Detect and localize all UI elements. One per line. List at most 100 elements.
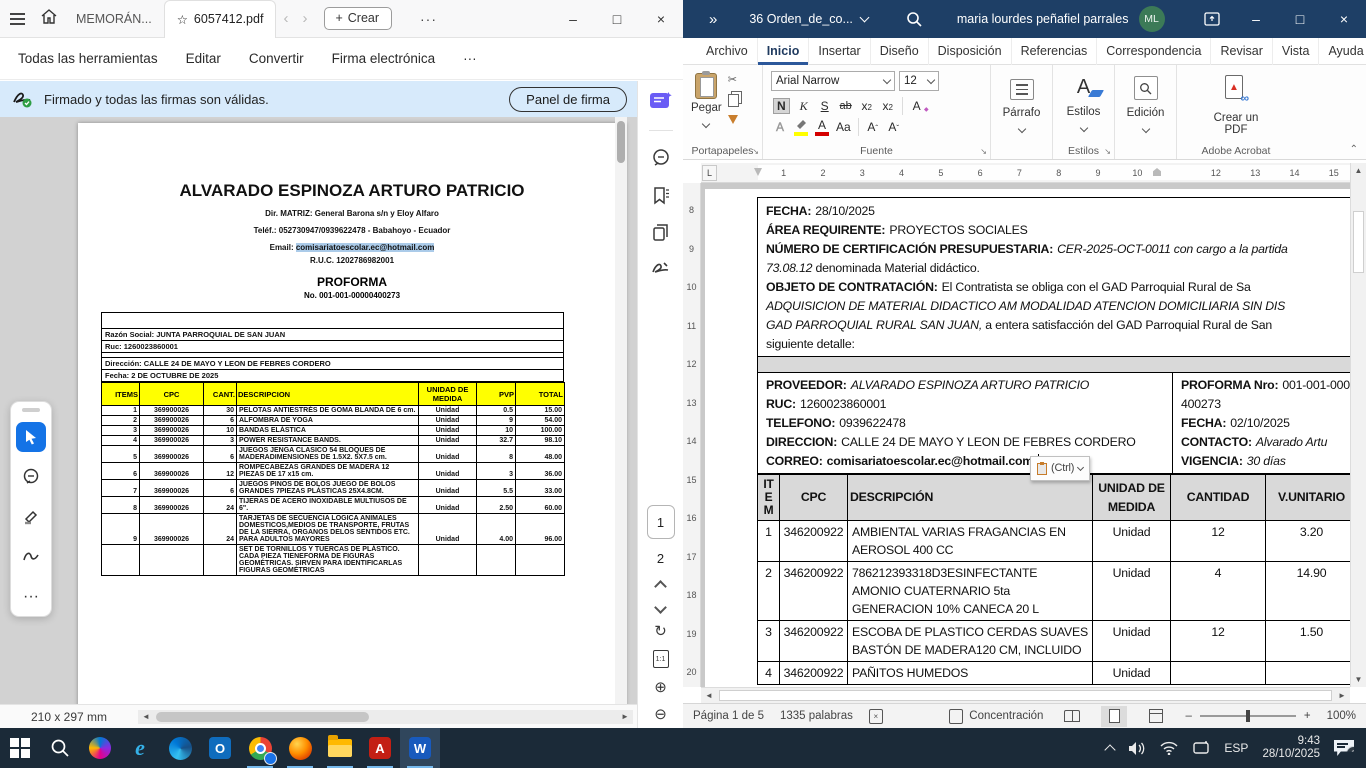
word-taskbar-icon[interactable]: W — [400, 728, 440, 768]
parrafo-button[interactable]: Párrafo — [1003, 65, 1041, 132]
strikethrough-button[interactable]: ab — [839, 100, 853, 112]
wifi-icon[interactable] — [1160, 741, 1178, 755]
tab-next-icon[interactable]: › — [295, 10, 314, 27]
menu-icon[interactable] — [0, 0, 34, 38]
edicion-button[interactable]: Edición — [1127, 65, 1165, 132]
clear-formatting-button[interactable]: A — [910, 99, 924, 113]
scroll-right-icon[interactable]: ► — [1334, 691, 1350, 700]
copilot-icon[interactable] — [80, 728, 120, 768]
tab-insertar[interactable]: Insertar — [809, 38, 870, 65]
pdf-page[interactable]: ALVARADO ESPINOZA ARTURO PATRICIO Dir. M… — [78, 123, 626, 704]
tab-inicio[interactable]: Inicio — [758, 38, 810, 65]
highlight-color-button[interactable] — [794, 118, 808, 136]
select-tool-button[interactable] — [16, 422, 46, 452]
acrobat-maximize-button[interactable]: □ — [595, 11, 639, 27]
zoom-in-icon[interactable]: + — [1304, 710, 1311, 722]
zoom-level[interactable]: 100% — [1327, 710, 1356, 722]
file-explorer-icon[interactable] — [320, 728, 360, 768]
avatar[interactable]: ML — [1139, 6, 1165, 32]
bookmarks-icon[interactable] — [652, 186, 670, 210]
pdf-vertical-scrollbar[interactable] — [615, 117, 627, 704]
zoom-slider-thumb[interactable] — [1246, 710, 1250, 722]
hidden-icons-chevron[interactable] — [1105, 744, 1116, 755]
current-page-indicator[interactable]: 1 — [647, 505, 675, 539]
font-name-select[interactable]: Arial Narrow — [771, 71, 895, 91]
tab-active-pdf[interactable]: ☆ 6057412.pdf — [164, 0, 277, 38]
zoom-out-icon[interactable]: – — [1185, 710, 1191, 722]
underline-button[interactable]: S — [818, 99, 832, 113]
page-up-icon[interactable] — [654, 580, 667, 593]
word-vertical-scrollbar[interactable]: ▲ ▼ — [1350, 163, 1366, 687]
change-case-button[interactable]: Aa — [836, 120, 851, 134]
internet-explorer-icon[interactable]: e — [120, 728, 160, 768]
acrobat-close-button[interactable]: × — [639, 11, 683, 27]
print-layout-button[interactable] — [1101, 706, 1127, 727]
font-dialog-launcher-icon[interactable]: ↘ — [980, 147, 987, 156]
word-minimize-button[interactable]: – — [1234, 11, 1278, 27]
tab-ayuda[interactable]: Ayuda — [1319, 38, 1366, 65]
bold-button[interactable]: N — [773, 98, 790, 114]
acrobat-taskbar-icon[interactable]: A — [360, 728, 400, 768]
superscript-button[interactable]: x2 — [881, 99, 895, 113]
page-fit-icon[interactable]: 1:1 — [653, 650, 669, 668]
scrollbar-thumb[interactable] — [1353, 211, 1364, 273]
drag-handle[interactable] — [22, 408, 40, 412]
draw-tool-icon[interactable] — [16, 542, 46, 572]
quick-access-icon[interactable]: » — [709, 11, 717, 28]
tab-correspondencia[interactable]: Correspondencia — [1097, 38, 1211, 65]
styles-dialog-launcher-icon[interactable]: ↘ — [1104, 147, 1111, 156]
word-maximize-button[interactable]: □ — [1278, 11, 1322, 27]
menu-editar[interactable]: Editar — [186, 51, 221, 66]
highlighter-tool-icon[interactable] — [16, 502, 46, 532]
ai-assistant-icon[interactable] — [649, 91, 673, 118]
panel-de-firma-button[interactable]: Panel de firma — [509, 87, 627, 112]
scrollbar-thumb[interactable] — [719, 690, 1332, 701]
more-tools-icon[interactable]: ··· — [16, 582, 46, 612]
word-page[interactable]: FECHA:28/10/2025 ÁREA REQUIRENTE:PROYECT… — [705, 189, 1350, 687]
crear-pdf-button[interactable]: ▲∞ Crear un PDF — [1206, 65, 1266, 136]
zoom-slider[interactable]: – + — [1185, 710, 1310, 722]
display-connect-icon[interactable] — [1192, 741, 1210, 755]
page-down-icon[interactable] — [654, 601, 667, 614]
annotations-icon[interactable] — [651, 148, 671, 173]
clock[interactable]: 9:43 28/10/2025 — [1262, 735, 1320, 761]
scroll-down-icon[interactable]: ▼ — [1351, 675, 1366, 684]
tab-prev-icon[interactable]: ‹ — [276, 10, 295, 27]
crear-button[interactable]: + Crear — [324, 7, 392, 30]
notifications-icon[interactable]: 2 — [1334, 740, 1354, 756]
next-page-number[interactable]: 2 — [657, 551, 664, 566]
star-icon[interactable]: ☆ — [177, 12, 188, 27]
cut-icon[interactable]: ✂ — [728, 73, 739, 86]
font-size-select[interactable]: 12 — [899, 71, 939, 91]
shrink-font-button[interactable]: Aˇ — [887, 120, 901, 134]
chrome-icon[interactable] — [240, 728, 280, 768]
collapse-ribbon-icon[interactable]: ⌃ — [1350, 144, 1358, 155]
clipboard-dialog-launcher-icon[interactable]: ↘ — [752, 147, 759, 156]
pdf-viewport[interactable]: ALVARADO ESPINOZA ARTURO PATRICIO Dir. M… — [0, 117, 637, 704]
pages-icon[interactable] — [652, 223, 670, 247]
tab-selector[interactable]: L — [702, 165, 717, 181]
scroll-right-icon[interactable]: ► — [617, 712, 633, 721]
scroll-up-icon[interactable]: ▲ — [1351, 166, 1366, 175]
word-close-button[interactable]: × — [1322, 11, 1366, 27]
tab-disposicion[interactable]: Disposición — [929, 38, 1012, 65]
font-color-button[interactable]: A — [815, 118, 829, 136]
signature-panel-icon[interactable] — [651, 260, 671, 281]
menu-todas-herramientas[interactable]: Todas las herramientas — [18, 51, 158, 66]
comment-tool-icon[interactable] — [16, 462, 46, 492]
edge-icon[interactable] — [160, 728, 200, 768]
menu-firma-electronica[interactable]: Firma electrónica — [332, 51, 436, 66]
menu-overflow-icon[interactable]: ··· — [463, 51, 477, 66]
tab-revisar[interactable]: Revisar — [1211, 38, 1272, 65]
tab-diseno[interactable]: Diseño — [871, 38, 929, 65]
search-icon[interactable] — [906, 11, 923, 28]
outlook-icon[interactable]: O — [200, 728, 240, 768]
word-count[interactable]: 1335 palabras — [780, 710, 853, 722]
document-title[interactable]: 36 Orden_de_co... — [749, 12, 868, 26]
focus-mode-button[interactable]: Concentración — [949, 709, 1043, 724]
estilos-button[interactable]: A Estilos — [1067, 65, 1101, 131]
read-mode-button[interactable] — [1059, 706, 1085, 727]
pdf-horizontal-scrollbar[interactable]: ◄ ► — [138, 710, 633, 724]
text-effects-button[interactable]: A — [773, 120, 787, 134]
web-layout-button[interactable] — [1143, 706, 1169, 727]
